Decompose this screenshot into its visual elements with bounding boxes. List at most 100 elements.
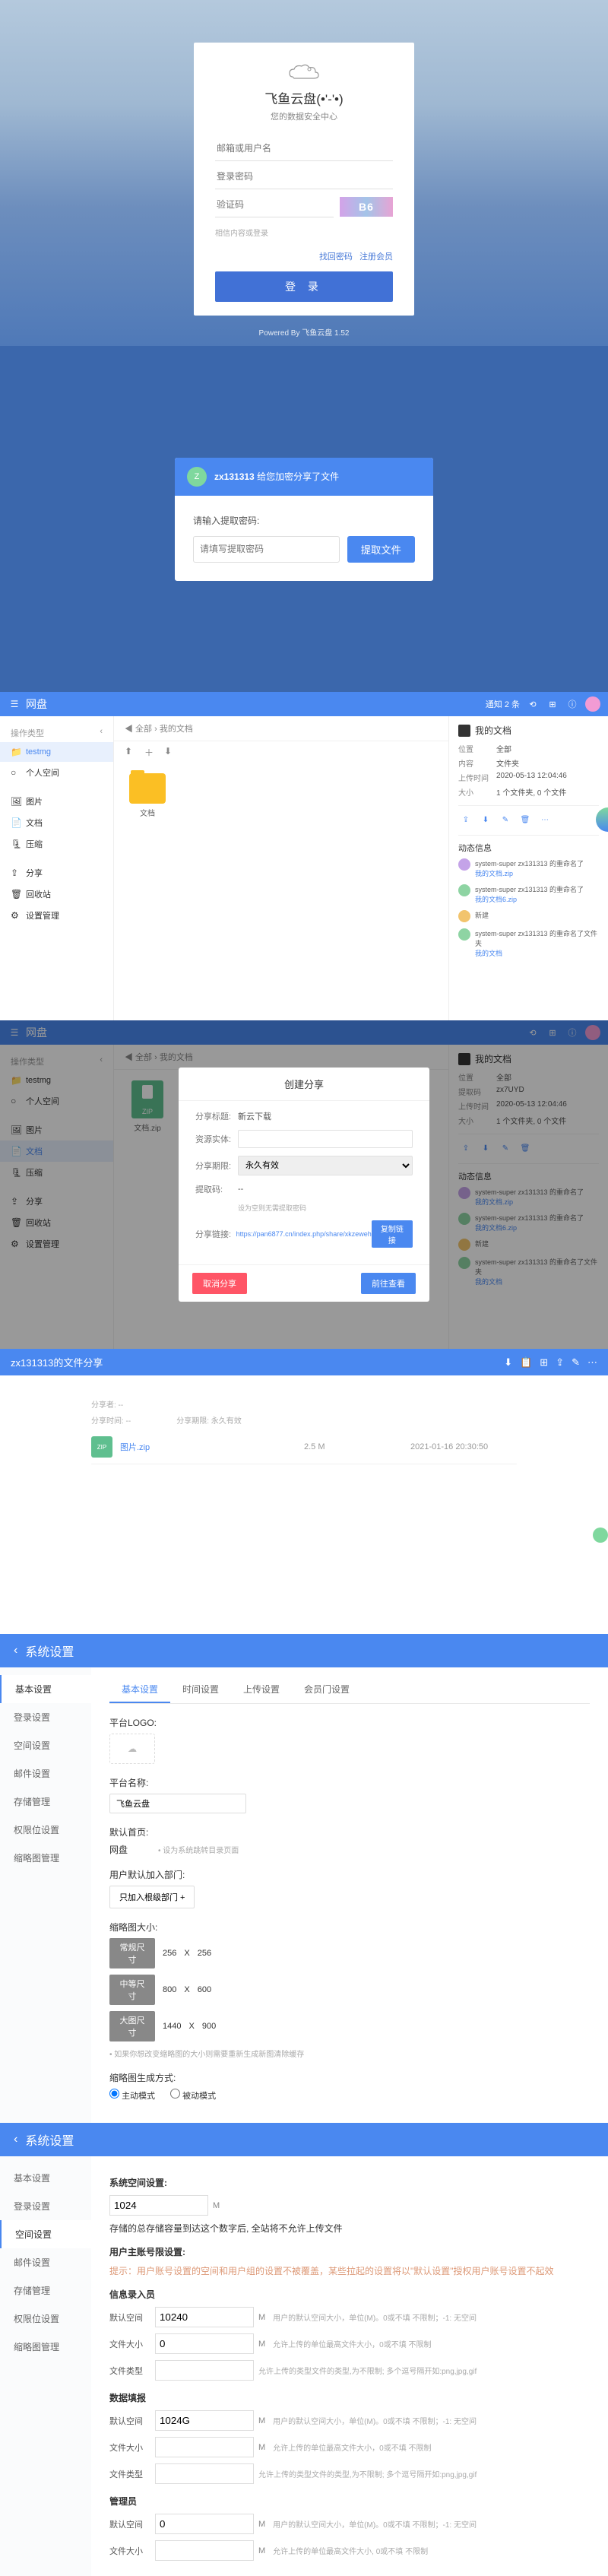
nav-item[interactable]: 登录设置 [0,1703,91,1731]
info-icon[interactable]: ⓘ [565,697,579,711]
breadcrumb[interactable]: ◀ 全部 › 我的文档 [114,1045,448,1070]
nav-item[interactable]: 缩略图管理 [0,2333,91,2361]
share-entity-input[interactable] [238,1130,413,1148]
sidebar-item-testmg[interactable]: 📁testmg [0,742,113,762]
sidebar-item-trash[interactable]: 🗑回收站 [0,884,113,905]
action-delete-icon[interactable]: 🗑 [518,812,533,827]
captcha-input[interactable] [215,192,334,217]
nav-item[interactable]: 存储管理 [0,2276,91,2305]
toolbar: ⬆ ＋ ⬇ [114,741,448,763]
sidebar-item[interactable]: 🗜压缩 [0,1162,113,1183]
user-avatar[interactable] [585,696,600,712]
system-space-input[interactable] [109,2195,208,2216]
radio-passive[interactable]: 被动模式 [170,2089,216,2102]
nav-item[interactable]: 邮件设置 [0,2248,91,2276]
share-file-row[interactable]: ZIP 图片.zip 2.5 M 2021-01-16 20:30:50 [91,1430,517,1464]
forgot-password-link[interactable]: 找回密码 [319,252,353,262]
nav-item[interactable]: 存储管理 [0,1788,91,1816]
grid-icon[interactable]: ⊞ [546,1026,559,1039]
collapse-icon[interactable]: ‹ [100,727,103,739]
sidebar-item-settings[interactable]: ⚙设置管理 [0,905,113,926]
sidebar-item[interactable]: ⚙设置管理 [0,1233,113,1255]
notification-badge[interactable]: 通知 2 条 [486,698,520,710]
refresh-icon[interactable]: ⟲ [526,1026,540,1039]
sidebar-item[interactable]: ○个人空间 [0,1090,113,1112]
sidebar-item-doc[interactable]: 📄文档 [0,812,113,833]
zip-icon: ZIP [131,1080,163,1118]
password-input[interactable] [215,164,393,189]
action-rename-icon[interactable]: ✎ [498,812,513,827]
refresh-icon[interactable]: ⟲ [526,697,540,711]
sidebar-item[interactable]: 🖼图片 [0,1119,113,1140]
login-page: 飞鱼云盘(•'-'•) 您的数据安全中心 B6 相信内容或登录 找回密码 注册会… [0,0,608,346]
toolbar-icon[interactable]: ⬇ [504,1356,512,1369]
menu-icon[interactable]: ☰ [8,1027,21,1038]
action-download-icon[interactable]: ⬇ [478,812,493,827]
logo-upload[interactable]: ☁ [109,1734,155,1764]
action-icon[interactable]: ⬇ [478,1140,493,1156]
back-icon[interactable]: ‹ [14,2133,17,2146]
share-prompt: 请输入提取密码: [193,514,259,527]
toolbar-icon[interactable]: ✎ [572,1356,580,1369]
nav-item[interactable]: 权限位设置 [0,2305,91,2333]
nav-item[interactable]: 缩略图管理 [0,1844,91,1872]
nav-item[interactable]: 空间设置 [0,1731,91,1759]
cancel-share-button[interactable]: 取消分享 [192,1273,247,1294]
nav-item-basic[interactable]: 基本设置 [0,1675,91,1703]
sidebar-item[interactable]: ⇪分享 [0,1191,113,1212]
user-avatar[interactable] [585,1025,600,1040]
info-icon[interactable]: ⓘ [565,1026,579,1039]
share-expiry-select[interactable]: 永久有效 [238,1156,413,1175]
help-bubble[interactable] [593,1528,608,1543]
login-footer: Powered By 飞鱼云盘 1.52 [259,326,350,338]
menu-icon[interactable]: ☰ [8,699,21,709]
back-icon[interactable]: ‹ [14,1644,17,1658]
zip-item[interactable]: ZIP 文档.zip [125,1080,170,1133]
view-share-button[interactable]: 前往查看 [361,1273,416,1294]
action-icon[interactable]: ⇪ [458,1140,473,1156]
tab-member[interactable]: 会员门设置 [292,1677,362,1703]
toolbar-icon[interactable]: ⇪ [556,1356,564,1369]
tab-basic[interactable]: 基本设置 [109,1677,170,1703]
action-more-icon[interactable]: ⋯ [537,812,553,827]
username-input[interactable] [215,136,393,161]
sidebar-item[interactable]: 📄文档 [0,1140,113,1162]
action-icon[interactable]: ✎ [498,1140,513,1156]
login-button[interactable]: 登 录 [215,271,393,302]
breadcrumb[interactable]: ◀ 全部 › 我的文档 [114,716,448,741]
folder-item[interactable]: 文档 [125,773,170,818]
copy-link-button[interactable]: 复制链接 [372,1220,413,1248]
sidebar-item[interactable]: 🗑回收站 [0,1212,113,1233]
toolbar-icon[interactable]: ⋯ [587,1356,597,1369]
nav-item[interactable]: 邮件设置 [0,1759,91,1788]
nav-item[interactable]: 权限位设置 [0,1816,91,1844]
platform-name-input[interactable] [109,1794,246,1813]
grid-icon[interactable]: ⊞ [546,697,559,711]
create-share-modal: 创建分享 分享标题:新云下载 资源实体: 分享期限:永久有效 提取码:-- 设为… [179,1068,429,1302]
sidebar-item-zip[interactable]: 🗜压缩 [0,833,113,855]
extract-password-input[interactable] [193,536,340,563]
captcha-image[interactable]: B6 [340,197,393,217]
toolbar-icon[interactable]: 📋 [520,1356,532,1369]
toolbar-icon[interactable]: ⊞ [540,1356,548,1369]
newfolder-icon[interactable]: ＋ [144,746,157,758]
radio-active[interactable]: 主动模式 [109,2089,155,2102]
tab-upload[interactable]: 上传设置 [231,1677,292,1703]
dept-button[interactable]: 只加入根级部门 + [109,1886,195,1908]
sidebar-item[interactable]: 📁testmg [0,1071,113,1090]
upload-icon[interactable]: ⬆ [125,746,137,758]
register-link[interactable]: 注册会员 [359,252,393,262]
tab-time[interactable]: 时间设置 [170,1677,231,1703]
sidebar-item-image[interactable]: 🖼图片 [0,791,113,812]
folder-icon [129,773,166,804]
sidebar-item-share[interactable]: ⇪分享 [0,862,113,884]
nav-item-space[interactable]: 空间设置 [0,2220,91,2248]
nav-item[interactable]: 基本设置 [0,2164,91,2192]
page-title: 系统设置 [25,1642,74,1660]
action-share-icon[interactable]: ⇪ [458,812,473,827]
sidebar-item-personal[interactable]: ○个人空间 [0,762,113,783]
download-icon[interactable]: ⬇ [164,746,176,758]
action-icon[interactable]: 🗑 [518,1140,533,1156]
extract-button[interactable]: 提取文件 [347,536,415,563]
nav-item[interactable]: 登录设置 [0,2192,91,2220]
